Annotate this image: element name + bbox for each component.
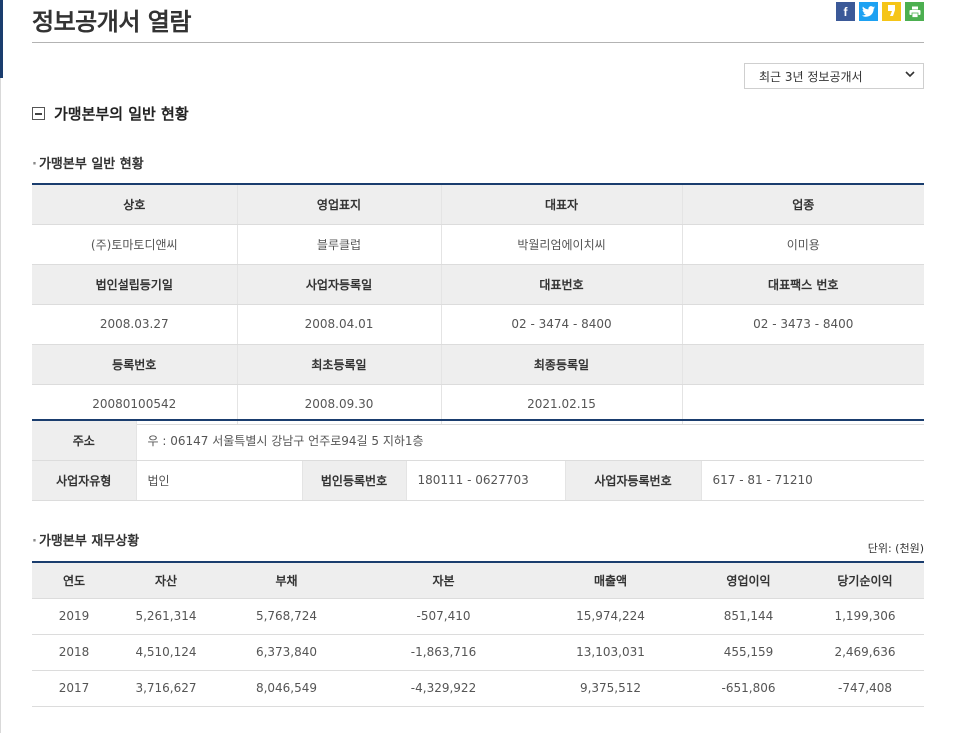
table-cell: 2018 — [32, 634, 116, 671]
table-header-cell: 상호 — [32, 184, 237, 225]
print-icon[interactable] — [905, 2, 924, 21]
table-header-row: 연도 자산 부채 자본 매출액 영업이익 당기순이익 — [32, 562, 924, 599]
kakaostory-icon[interactable] — [882, 2, 901, 21]
table-cell: -4,329,922 — [357, 670, 530, 707]
content: 정보공개서 열람 f 최근 3년 정보공개서 가맹본부의 일반 현황 가맹본부 … — [32, 0, 925, 707]
address-value: 우 : 06147 서울특별시 강남구 언주로94길 5 지하1층 — [135, 420, 925, 461]
table-cell: 박월리엄에이치씨 — [440, 224, 682, 265]
table-cell: 8,046,549 — [216, 670, 357, 707]
table-cell: 2017 — [32, 670, 116, 707]
table-cell: 851,144 — [691, 598, 806, 635]
collapse-icon[interactable] — [32, 107, 45, 120]
table-header-row: 등록번호 최초등록일 최종등록일 — [32, 344, 924, 385]
biz-no-label: 사업자등록번호 — [564, 460, 701, 501]
finance-table: 연도 자산 부채 자본 매출액 영업이익 당기순이익 2019 5,261,31… — [32, 561, 924, 707]
table-header-row: 상호 영업표지 대표자 업종 — [32, 184, 924, 225]
table-cell: 블루클럽 — [236, 224, 441, 265]
table-cell: 9,375,512 — [530, 670, 691, 707]
table-header-cell: 사업자등록일 — [236, 264, 441, 305]
table-header-cell: 대표자 — [440, 184, 682, 225]
table-header-cell: 대표팩스 번호 — [681, 264, 924, 305]
table-row: 주소 우 : 06147 서울특별시 강남구 언주로94길 5 지하1층 — [32, 420, 925, 461]
table-header-cell: 등록번호 — [32, 344, 237, 385]
table-cell: 2008.04.01 — [236, 304, 441, 345]
table-cell: 20080100542 — [32, 384, 237, 425]
address-label: 주소 — [32, 420, 136, 461]
facebook-icon[interactable]: f — [836, 2, 855, 21]
table-row: 20080100542 2008.09.30 2021.02.15 — [32, 384, 924, 425]
table-cell: -651,806 — [691, 670, 806, 707]
table-cell: 6,373,840 — [216, 634, 357, 671]
section-header[interactable]: 가맹본부의 일반 현황 — [32, 103, 189, 124]
biz-type-value: 법인 — [135, 460, 302, 501]
table-header-cell: 최종등록일 — [440, 344, 682, 385]
table-cell: 13,103,031 — [530, 634, 691, 671]
table-cell: 1,199,306 — [806, 598, 924, 635]
address-table: 주소 우 : 06147 서울특별시 강남구 언주로94길 5 지하1층 사업자… — [32, 419, 925, 501]
table-cell: 2008.09.30 — [236, 384, 441, 425]
table-cell: 이미용 — [681, 224, 924, 265]
table-header-cell: 영업이익 — [691, 562, 806, 599]
left-border-line — [0, 78, 1, 733]
table-cell: 455,159 — [691, 634, 806, 671]
table-header-row: 법인설립등기일 사업자등록일 대표번호 대표팩스 번호 — [32, 264, 924, 305]
table-cell: 2,469,636 — [806, 634, 924, 671]
table-row: (주)토마토디앤씨 블루클럽 박월리엄에이치씨 이미용 — [32, 224, 924, 265]
table-cell: 2008.03.27 — [32, 304, 237, 345]
table-header-cell: 법인설립등기일 — [32, 264, 237, 305]
select-value: 최근 3년 정보공개서 — [759, 69, 863, 84]
section-title: 가맹본부의 일반 현황 — [54, 105, 189, 123]
table-header-cell: 부채 — [216, 562, 357, 599]
table-cell: (주)토마토디앤씨 — [32, 224, 237, 265]
biz-type-label: 사업자유형 — [32, 460, 136, 501]
table-row: 2017 3,716,627 8,046,549 -4,329,922 9,37… — [32, 670, 924, 707]
twitter-icon[interactable] — [859, 2, 878, 21]
table-row: 2019 5,261,314 5,768,724 -507,410 15,974… — [32, 598, 924, 635]
table-cell: 4,510,124 — [116, 634, 216, 671]
table-header-cell: 자산 — [116, 562, 216, 599]
page-title: 정보공개서 열람 — [32, 8, 191, 36]
table-cell: 02 - 3474 - 8400 — [440, 304, 682, 345]
corp-no-value: 180111 - 0627703 — [405, 460, 565, 501]
table-header-cell: 대표번호 — [440, 264, 682, 305]
finance-title: 가맹본부 재무상황 — [32, 530, 139, 549]
title-bar: 정보공개서 열람 f — [32, 0, 924, 43]
table-row: 2018 4,510,124 6,373,840 -1,863,716 13,1… — [32, 634, 924, 671]
table-cell: 5,261,314 — [116, 598, 216, 635]
table-cell: 5,768,724 — [216, 598, 357, 635]
table-row: 사업자유형 법인 법인등록번호 180111 - 0627703 사업자등록번호… — [32, 460, 925, 501]
disclosure-year-select[interactable]: 최근 3년 정보공개서 — [744, 63, 924, 89]
table-cell: 15,974,224 — [530, 598, 691, 635]
unit-label: 단위: (천원) — [867, 542, 924, 555]
table-row: 2008.03.27 2008.04.01 02 - 3474 - 8400 0… — [32, 304, 924, 345]
general-status-table: 상호 영업표지 대표자 업종 (주)토마토디앤씨 블루클럽 박월리엄에이치씨 이… — [32, 183, 924, 425]
general-status-title: 가맹본부 일반 현황 — [32, 153, 144, 172]
left-accent-bar — [0, 0, 3, 78]
table-header-cell: 업종 — [681, 184, 924, 225]
table-header-cell — [681, 344, 924, 385]
table-cell: -507,410 — [357, 598, 530, 635]
table-header-cell: 매출액 — [530, 562, 691, 599]
table-cell — [681, 384, 924, 425]
table-header-cell: 연도 — [32, 562, 116, 599]
corp-no-label: 법인등록번호 — [301, 460, 406, 501]
table-header-cell: 당기순이익 — [806, 562, 924, 599]
table-header-cell: 영업표지 — [236, 184, 441, 225]
table-cell: -1,863,716 — [357, 634, 530, 671]
table-cell: 02 - 3473 - 8400 — [681, 304, 924, 345]
table-header-cell: 자본 — [357, 562, 530, 599]
chevron-down-icon — [905, 69, 915, 82]
table-header-cell: 최초등록일 — [236, 344, 441, 385]
table-cell: 2021.02.15 — [440, 384, 682, 425]
share-buttons: f — [836, 2, 924, 21]
biz-no-value: 617 - 81 - 71210 — [700, 460, 925, 501]
table-cell: -747,408 — [806, 670, 924, 707]
table-cell: 2019 — [32, 598, 116, 635]
table-cell: 3,716,627 — [116, 670, 216, 707]
